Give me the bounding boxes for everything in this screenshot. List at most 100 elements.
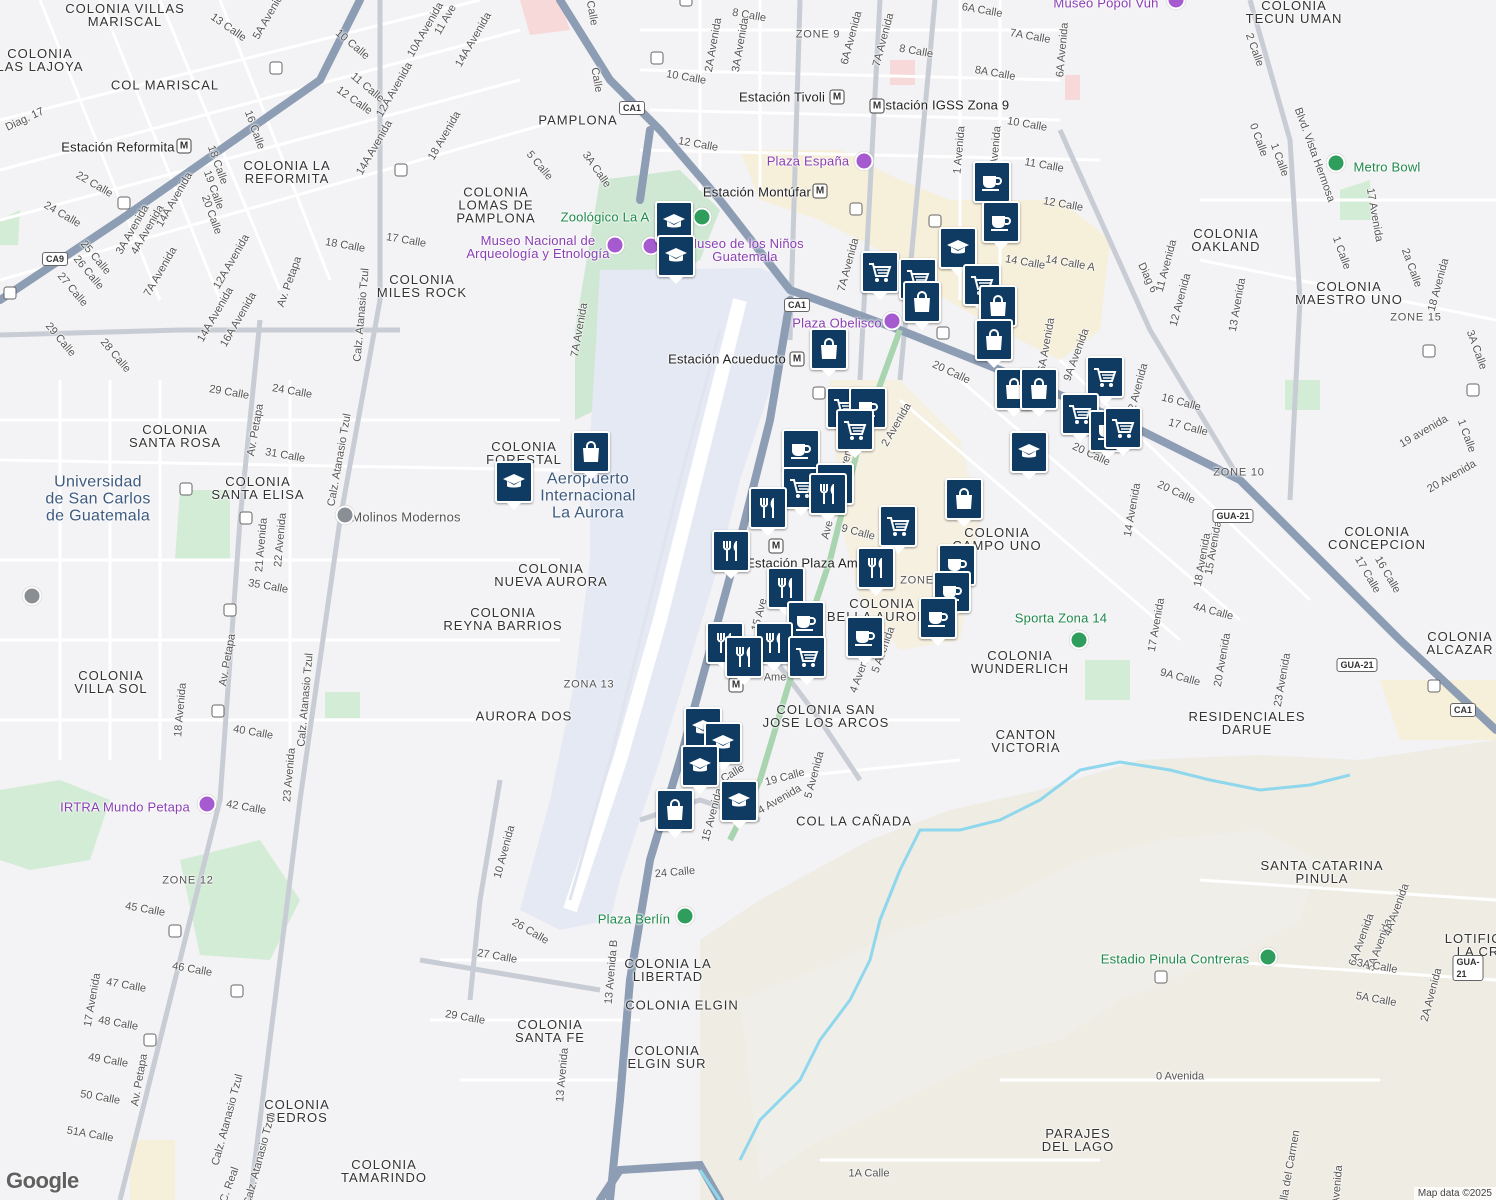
restaurant-icon[interactable] [749,487,787,529]
metro-station-icon[interactable]: M [869,98,885,114]
graduation-icon[interactable] [657,235,695,277]
bus-stop-icon[interactable] [3,286,17,300]
route-shield: GUA-21 [1452,955,1484,981]
neighborhood-label: PAMPLONA [538,112,618,128]
bus-stop-icon[interactable] [239,511,253,525]
coffee-icon[interactable] [982,201,1020,243]
restaurant-icon[interactable] [725,636,763,678]
metro-station-icon[interactable]: M [176,138,192,154]
bus-stop-icon[interactable] [928,214,942,228]
metro-station-icon[interactable]: M [789,351,805,367]
zone-label: ZONE 12 [162,874,214,887]
place-label[interactable]: Estadio Pinula Contreras [1101,953,1250,966]
map-canvas[interactable]: COLONIA VILLAS MARISCAL COLONIA LAS LAJOYA C… [0,0,1496,1200]
neighborhood-label: COLONIA ELGIN [625,997,739,1013]
shopping-bag-icon[interactable] [1020,368,1058,410]
shopping-bag-icon[interactable] [945,478,983,520]
place-label[interactable]: Zoológico La A [561,211,650,224]
bus-stop-icon[interactable] [168,924,182,938]
place-label[interactable]: IRTRA Mundo Petapa [60,801,190,814]
bus-stop-icon[interactable] [1466,383,1480,397]
cart-icon[interactable] [879,505,917,547]
bus-stop-icon[interactable] [812,386,826,400]
bus-stop-icon[interactable] [1422,344,1436,358]
graduation-icon[interactable] [495,461,533,503]
shopping-bag-icon[interactable] [810,328,848,370]
metro-station-icon[interactable]: M [829,89,845,105]
bus-stop-icon[interactable] [936,326,950,340]
neighborhood-label: COLONIA LOMAS DE PAMPLONA [456,184,536,226]
landmark-label[interactable]: Universidad de San Carlos de Guatemala [45,474,150,525]
bus-stop-icon[interactable] [394,163,408,177]
bus-stop-icon[interactable] [117,196,131,210]
shopping-bag-icon[interactable] [903,281,941,323]
graduation-icon[interactable] [681,745,719,787]
zone-label: ZONE 10 [1213,466,1265,479]
neighborhood-label: COLONIA LA LIBERTAD [624,956,712,984]
bus-stop-icon[interactable] [143,1033,157,1047]
neighborhood-label: AURORA DOS [475,708,573,724]
place-label[interactable]: Metro Bowl [1353,161,1420,174]
place-pin-icon[interactable] [335,505,355,525]
place-pin-icon[interactable] [1069,630,1089,650]
bus-stop-icon[interactable] [650,51,664,65]
place-label[interactable]: Museo Nacional de Arqueología y Etnología [466,234,609,260]
coffee-icon[interactable] [973,161,1011,203]
street-label: 0 Avenida [1155,1070,1205,1083]
place-label[interactable]: Plaza Berlín [598,913,671,926]
place-pin-icon[interactable] [605,235,625,255]
graduation-icon[interactable] [939,227,977,269]
place-label[interactable]: Sporta Zona 14 [1015,612,1107,625]
bus-stop-icon[interactable] [211,704,225,718]
graduation-icon[interactable] [720,780,758,822]
shopping-bag-icon[interactable] [656,789,694,831]
place-label[interactable]: Museo Popol Vuh [1053,0,1158,10]
map-attribution[interactable]: Map data ©2025 [1413,1187,1496,1200]
place-pin-icon[interactable] [854,151,874,171]
cart-icon[interactable] [788,636,826,678]
bus-stop-icon[interactable] [223,603,237,617]
restaurant-icon[interactable] [809,473,847,515]
coffee-icon[interactable] [919,597,957,639]
cart-icon[interactable] [861,251,899,293]
cart-icon[interactable] [836,409,874,451]
place-label[interactable]: Molinos Modernos [351,511,460,524]
coffee-icon[interactable] [782,429,820,471]
station-label[interactable]: Estación Acueducto [668,353,786,366]
place-pin-icon[interactable] [1258,947,1278,967]
station-label[interactable]: Estación Montúfar [703,186,811,199]
station-label[interactable]: Estación IGSS Zona 9 [877,99,1010,112]
station-label[interactable]: Estación Reformita [61,141,174,154]
place-pin-icon[interactable] [22,586,42,606]
bus-stop-icon[interactable] [1154,970,1168,984]
place-label[interactable]: Museo de los Niños Guatemala [686,237,804,263]
bus-stop-icon[interactable] [179,482,193,496]
shopping-bag-icon[interactable] [572,431,610,473]
neighborhood-label: COLONIA WUNDERLICH [970,648,1070,676]
place-pin-icon[interactable] [882,311,902,331]
bus-stop-icon[interactable] [849,202,863,216]
place-pin-icon[interactable] [197,794,217,814]
bus-stop-icon[interactable] [230,984,244,998]
neighborhood-label: COLONIA VILLA SOL [74,668,148,696]
street-label: Ame [763,671,787,684]
cart-icon[interactable] [1086,356,1124,398]
place-label[interactable]: Plaza España [767,155,850,168]
place-pin-icon[interactable] [1326,153,1346,173]
metro-station-icon[interactable]: M [812,183,828,199]
place-pin-icon[interactable] [692,207,712,227]
shopping-bag-icon[interactable] [975,319,1013,361]
restaurant-icon[interactable] [857,547,895,589]
bus-stop-icon[interactable] [269,61,283,75]
bus-stop-icon[interactable] [679,0,693,7]
coffee-icon[interactable] [846,616,884,658]
neighborhood-label: CANTON VICTORIA [991,727,1061,755]
neighborhood-label: COLONIA MAESTRO UNO [1295,279,1403,307]
station-label[interactable]: Estación Tivoli [739,91,825,104]
graduation-icon[interactable] [1010,431,1048,473]
place-pin-icon[interactable] [675,906,695,926]
restaurant-icon[interactable] [712,530,750,572]
metro-station-icon[interactable]: M [768,538,784,554]
bus-stop-icon[interactable] [1427,679,1441,693]
cart-icon[interactable] [1104,407,1142,449]
